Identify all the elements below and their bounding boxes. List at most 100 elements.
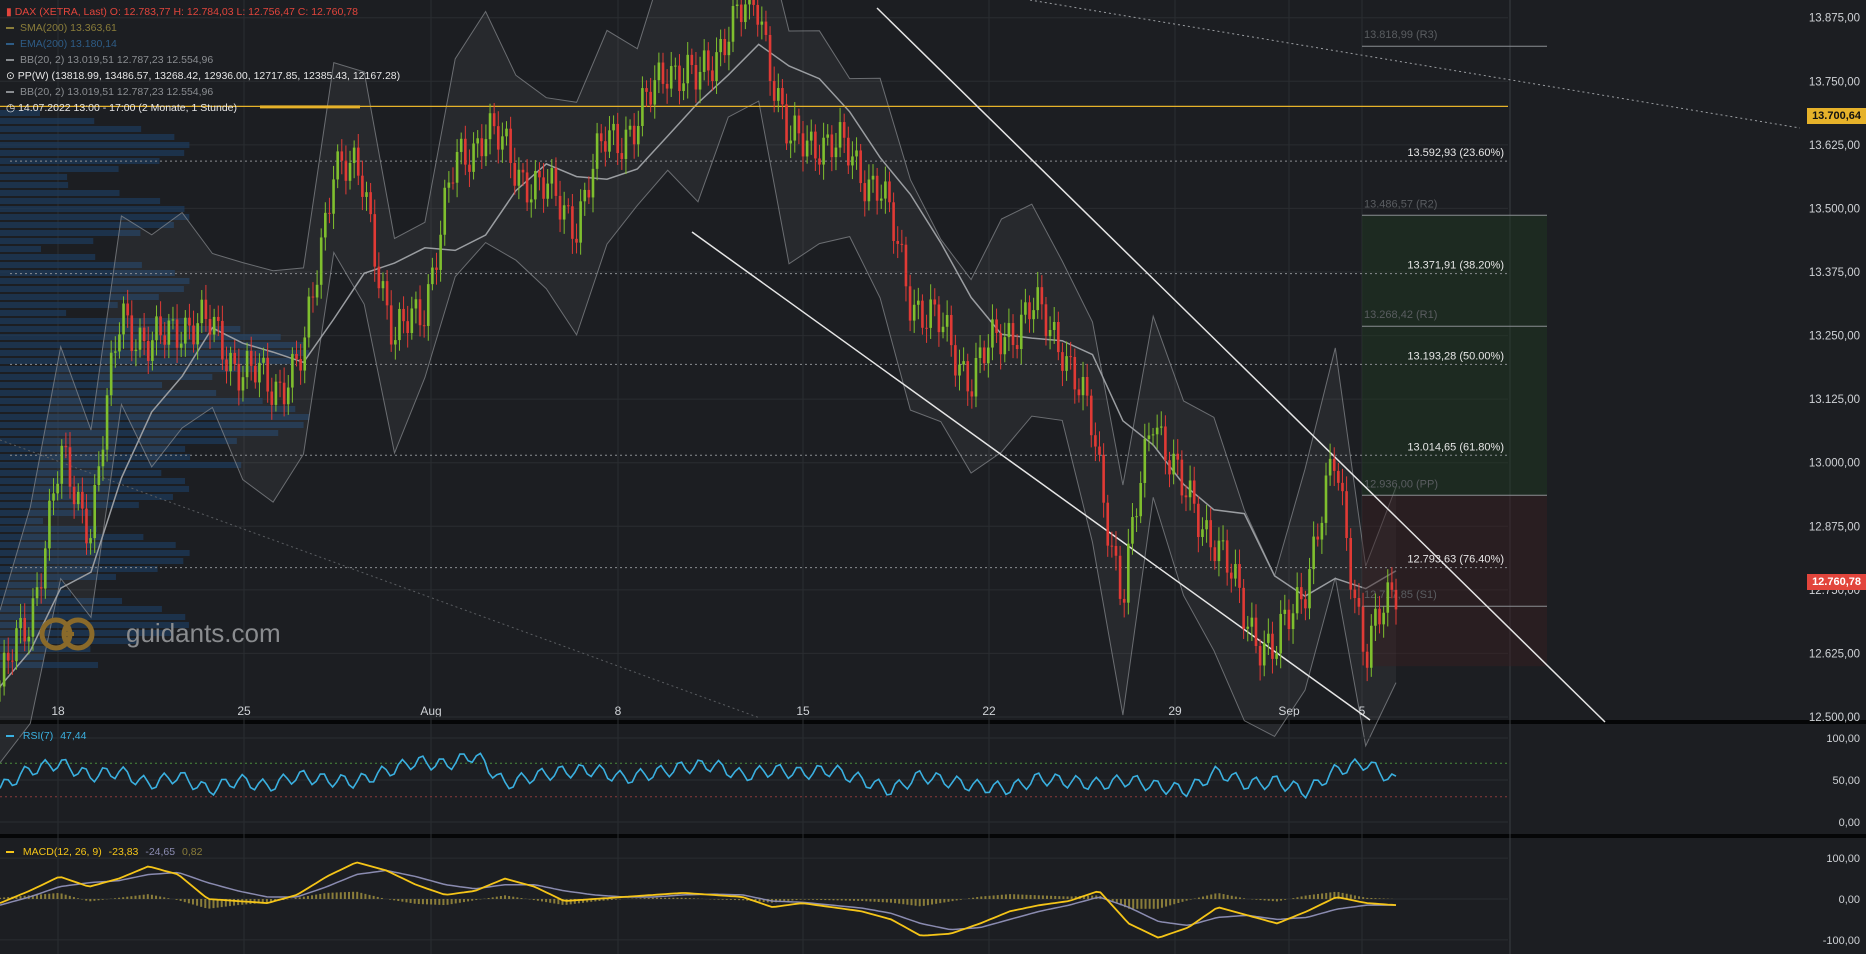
x-tick-label: 29 xyxy=(1168,704,1182,718)
candle-body xyxy=(435,267,438,270)
candle-body xyxy=(303,337,307,371)
bb-legend-2[interactable]: BB(20, 2) 13.019,51 12.787,23 12.554,96 xyxy=(6,84,213,100)
candle-body xyxy=(1036,287,1040,311)
macd-histogram-bar xyxy=(183,899,186,903)
candle-body xyxy=(394,340,397,345)
macd-histogram-bar xyxy=(167,898,170,899)
macd-histogram-bar xyxy=(122,897,125,899)
macd-legend[interactable]: MACD(12, 26, 9) -23,83 -24,65 0,82 xyxy=(6,846,202,858)
macd-histogram-bar xyxy=(126,896,129,899)
candle-body xyxy=(513,162,517,186)
macd-histogram-bar xyxy=(931,899,934,905)
macd-histogram-bar xyxy=(1041,895,1044,899)
candle-body xyxy=(254,365,257,383)
macd-histogram-bar xyxy=(191,899,194,905)
candle-body xyxy=(31,598,35,637)
candle-body xyxy=(1345,491,1348,539)
y-tick-label: 13.375,00 xyxy=(1809,267,1860,279)
candle-body xyxy=(1007,323,1011,338)
candle-body xyxy=(999,332,1002,355)
macd-histogram-bar xyxy=(894,899,897,904)
chart-canvas[interactable]: 18 25 Aug 8 15 22 29 Sep 5 12.500,0012.625,0012.7… xyxy=(0,0,1866,954)
candle-body xyxy=(1287,609,1291,630)
time-legend[interactable]: ◷ 14.07.2022 13:00 - 17:00 (2 Monate, 1 … xyxy=(6,100,237,116)
candle-body xyxy=(138,327,142,350)
candle-body xyxy=(151,340,154,362)
pivot-icon: ⊙ xyxy=(6,70,15,82)
candle-body xyxy=(1019,314,1023,350)
macd-tick-label: 0,00 xyxy=(1839,894,1860,906)
macd-histogram-bar xyxy=(967,898,970,899)
candle-body xyxy=(200,299,204,324)
bb-swatch xyxy=(6,59,14,62)
candle-body xyxy=(995,319,998,333)
candle-body xyxy=(1304,599,1307,609)
macd-histogram-bar xyxy=(984,896,987,899)
candle-body xyxy=(1221,540,1225,542)
fib-level-label: 13.014,65 (61.80%) xyxy=(1407,441,1504,453)
candle-body xyxy=(739,4,743,23)
candle-body xyxy=(348,162,352,181)
macd-histogram-bar xyxy=(676,897,679,899)
sma-legend[interactable]: SMA(200) 13.363,61 xyxy=(6,20,117,36)
candle-body xyxy=(830,134,834,158)
candle-body xyxy=(307,296,311,338)
candle-body xyxy=(875,175,879,201)
candle-body xyxy=(768,34,772,81)
candle-body xyxy=(1098,446,1101,455)
candle-body xyxy=(711,70,714,82)
candle-body xyxy=(468,164,471,172)
candle-body xyxy=(340,151,344,161)
macd-histogram-bar xyxy=(1255,899,1258,900)
candle-body xyxy=(723,39,727,56)
clock-icon: ◷ xyxy=(6,102,16,114)
macd-histogram-bar xyxy=(1263,899,1266,901)
candle-body xyxy=(690,54,694,66)
macd-histogram-bar xyxy=(1037,895,1040,899)
macd-histogram-bar xyxy=(1140,899,1143,909)
bb-legend-1[interactable]: BB(20, 2) 13.019,51 12.787,23 12.554,96 xyxy=(6,52,213,68)
candle-body xyxy=(1349,538,1353,590)
candle-body xyxy=(632,125,636,145)
candle-body xyxy=(896,240,900,244)
candle-body xyxy=(1073,356,1077,390)
candle-body xyxy=(892,202,895,241)
macd-histogram-bar xyxy=(1321,893,1324,899)
candle-body xyxy=(1320,522,1324,540)
macd-histogram-bar xyxy=(1382,898,1385,899)
macd-tick-label: -100,00 xyxy=(1823,935,1860,947)
candle-body xyxy=(682,83,685,92)
macd-histogram-bar xyxy=(1230,895,1233,899)
candle-body xyxy=(270,391,274,405)
macd-histogram-bar xyxy=(1152,899,1155,909)
macd-histogram-bar xyxy=(713,899,716,900)
macd-histogram-bar xyxy=(393,899,396,901)
candle-body xyxy=(966,361,970,392)
candle-body xyxy=(85,508,88,544)
macd-histogram-bar xyxy=(1165,899,1168,907)
candle-body xyxy=(451,182,455,184)
pp-legend[interactable]: ⊙ PP(W) (13818.99, 13486.57, 13268.42, 1… xyxy=(6,68,400,84)
x-tick-label: 22 xyxy=(982,704,996,718)
macd-histogram-bar xyxy=(820,899,823,900)
candle-body xyxy=(542,177,545,199)
macd-histogram-bar xyxy=(1029,894,1032,899)
candle-body xyxy=(1089,395,1093,436)
ema-legend[interactable]: EMA(200) 13.180,14 xyxy=(6,36,117,52)
candle-body xyxy=(661,62,665,84)
rsi-legend[interactable]: RSI(7) 47,44 xyxy=(6,730,86,742)
bb-text-1: BB(20, 2) 13.019,51 12.787,23 12.554,96 xyxy=(20,54,214,66)
candle-body xyxy=(356,147,360,176)
macd-histogram-bar xyxy=(733,899,736,901)
candle-body xyxy=(249,350,253,366)
candle-body xyxy=(225,359,228,372)
y-tick-label: 12.500,00 xyxy=(1809,712,1860,724)
macd-histogram-bar xyxy=(906,899,909,905)
macd-value-2: -24,65 xyxy=(145,846,176,858)
volume-profile-bar xyxy=(0,118,95,124)
candle-body xyxy=(1394,589,1398,610)
volume-profile-bar xyxy=(0,166,119,172)
candle-body xyxy=(772,80,776,101)
macd-histogram-bar xyxy=(471,899,474,901)
candle-body xyxy=(879,198,883,201)
